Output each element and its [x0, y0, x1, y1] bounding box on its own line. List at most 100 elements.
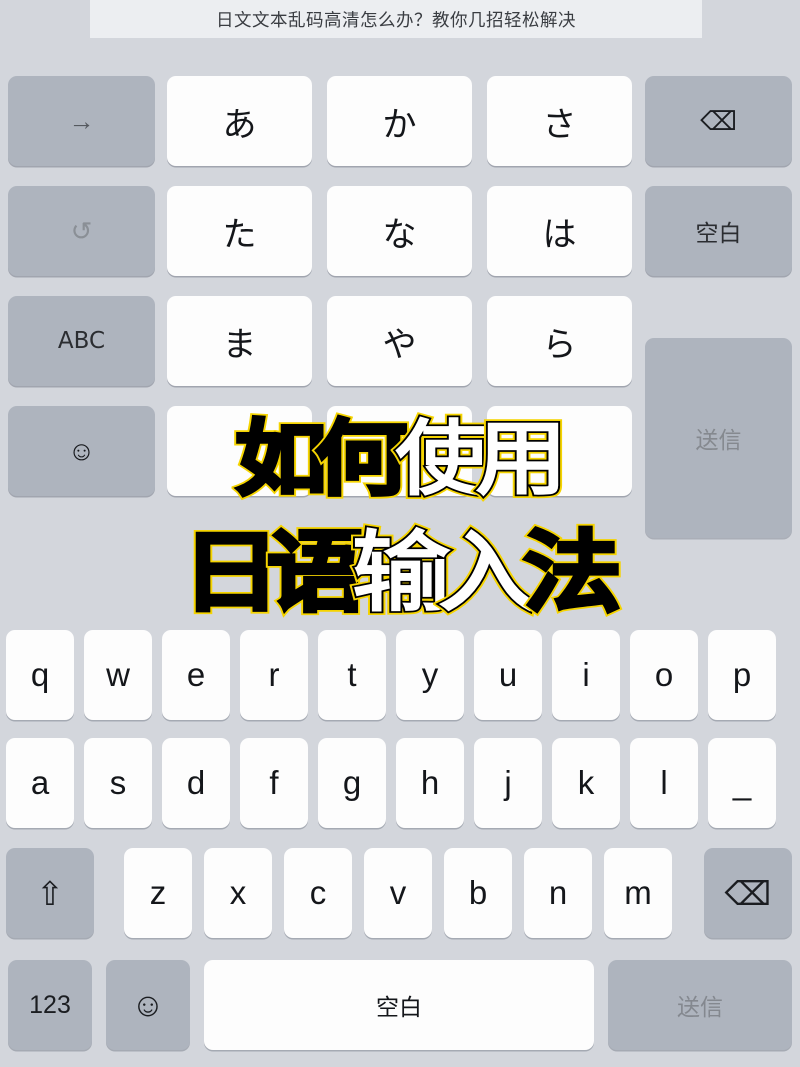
qwerty-key-w[interactable]: w [84, 630, 152, 720]
title-panel: 日文文本乱码高清怎么办？教你几招轻松解决 [90, 0, 702, 38]
title-bar: 日文文本乱码高清怎么办？教你几招轻松解决 [0, 0, 800, 44]
kana-next-candidate-key[interactable]: → [8, 76, 155, 166]
kana-label: た [222, 214, 257, 255]
key-label: b [468, 874, 488, 911]
kana-key-row4-2[interactable] [327, 406, 472, 496]
kana-key-a[interactable]: あ [167, 76, 312, 166]
qwerty-key-v[interactable]: v [364, 848, 432, 938]
kana-row-2: ↺ た な は 空白 [0, 186, 800, 296]
qwerty-key-x[interactable]: x [204, 848, 272, 938]
qwerty-emoji-key[interactable]: ☺ [106, 960, 190, 1050]
qwerty-key-o[interactable]: o [630, 630, 698, 720]
qwerty-key-c[interactable]: c [284, 848, 352, 938]
kana-label: あ [222, 104, 257, 145]
key-label: a [30, 764, 50, 801]
kana-label: ま [222, 324, 257, 365]
qwerty-key-j[interactable]: j [474, 738, 542, 828]
key-label: g [342, 764, 362, 801]
qwerty-key-t[interactable]: t [318, 630, 386, 720]
space-label: 空白 [376, 995, 422, 1021]
kana-key-sa[interactable]: さ [487, 76, 632, 166]
qwerty-key-n[interactable]: n [524, 848, 592, 938]
key-label: x [229, 874, 247, 911]
key-label: d [186, 764, 206, 801]
qwerty-key-s[interactable]: s [84, 738, 152, 828]
qwerty-key-m[interactable]: m [604, 848, 672, 938]
key-label: _ [732, 764, 752, 801]
kana-emoji-key[interactable]: ☺ [8, 406, 155, 496]
qwerty-key-q[interactable]: q [6, 630, 74, 720]
key-label: u [498, 656, 518, 693]
kana-key-row4-1[interactable] [167, 406, 312, 496]
emoji-face-icon: ☺ [131, 986, 165, 1023]
key-label: o [654, 656, 674, 693]
qwerty-key-u[interactable]: u [474, 630, 542, 720]
key-label: v [389, 874, 407, 911]
kana-send-key[interactable]: 送信 [645, 338, 792, 538]
kana-key-na[interactable]: な [327, 186, 472, 276]
qwerty-key-d[interactable]: d [162, 738, 230, 828]
qwerty-key-h[interactable]: h [396, 738, 464, 828]
arrow-right-icon: → [68, 105, 95, 136]
kana-space-label: 空白 [695, 221, 742, 247]
kana-label: さ [542, 104, 577, 145]
qwerty-key-k[interactable]: k [552, 738, 620, 828]
kana-label: や [382, 324, 417, 365]
qwerty-key-r[interactable]: r [240, 630, 308, 720]
kana-delete-key[interactable]: ⌫ [645, 76, 792, 166]
kana-key-ma[interactable]: ま [167, 296, 312, 386]
delete-icon: ⌫ [724, 874, 772, 912]
qwerty-key-z[interactable]: z [124, 848, 192, 938]
qwerty-shift-key[interactable]: ⇧ [6, 848, 94, 938]
key-label: e [186, 656, 206, 693]
kana-abc-key[interactable]: ABC [8, 296, 155, 386]
kana-send-label: 送信 [695, 428, 742, 454]
qwerty-key-p[interactable]: p [708, 630, 776, 720]
qwerty-numbers-key[interactable]: 123 [8, 960, 92, 1050]
kana-space-key[interactable]: 空白 [645, 186, 792, 276]
qwerty-key-l[interactable]: l [630, 738, 698, 828]
qwerty-key-a[interactable]: a [6, 738, 74, 828]
kana-key-ya[interactable]: や [327, 296, 472, 386]
kana-keyboard: → あ か さ ⌫ ↺ た な は 空白 ABC ま や ら ☺ 送信 [0, 44, 800, 620]
qwerty-key-e[interactable]: e [162, 630, 230, 720]
qwerty-row-bottom: 123 ☺ 空白 送信 [0, 960, 800, 1060]
qwerty-key-g[interactable]: g [318, 738, 386, 828]
send-label: 送信 [677, 995, 723, 1021]
key-label: t [347, 656, 357, 693]
shift-arrow-icon: ⇧ [36, 874, 64, 912]
kana-label: か [382, 104, 417, 145]
key-label: z [149, 874, 167, 911]
kana-undo-key[interactable]: ↺ [8, 186, 155, 276]
qwerty-key-b[interactable]: b [444, 848, 512, 938]
qwerty-row-a: a s d f g h j k l _ [0, 738, 800, 838]
key-label: l [660, 764, 668, 801]
kana-key-ha[interactable]: は [487, 186, 632, 276]
screenshot-root: 日文文本乱码高清怎么办？教你几招轻松解决 → あ か さ ⌫ ↺ た な は 空… [0, 0, 800, 1067]
kana-label: な [382, 214, 417, 255]
qwerty-key-y[interactable]: y [396, 630, 464, 720]
kana-abc-label: ABC [57, 328, 106, 354]
key-label: n [548, 874, 568, 911]
qwerty-space-key[interactable]: 空白 [204, 960, 594, 1050]
qwerty-delete-key[interactable]: ⌫ [704, 848, 792, 938]
kana-key-ka[interactable]: か [327, 76, 472, 166]
qwerty-key-i[interactable]: i [552, 630, 620, 720]
key-label: i [582, 656, 590, 693]
key-label: c [309, 874, 327, 911]
kana-key-ra[interactable]: ら [487, 296, 632, 386]
key-label: y [421, 656, 439, 693]
qwerty-row-z: ⇧ z x c v b n m ⌫ [0, 848, 800, 948]
qwerty-key-underscore[interactable]: _ [708, 738, 776, 828]
key-label: m [624, 874, 652, 911]
kana-key-row4-3[interactable] [487, 406, 632, 496]
kana-label: は [542, 214, 577, 255]
key-label: s [109, 764, 127, 801]
delete-icon: ⌫ [700, 105, 737, 136]
qwerty-key-f[interactable]: f [240, 738, 308, 828]
kana-row-1: → あ か さ ⌫ [0, 76, 800, 186]
qwerty-send-key[interactable]: 送信 [608, 960, 792, 1050]
kana-key-ta[interactable]: た [167, 186, 312, 276]
key-label: h [420, 764, 440, 801]
key-label: q [30, 656, 50, 693]
